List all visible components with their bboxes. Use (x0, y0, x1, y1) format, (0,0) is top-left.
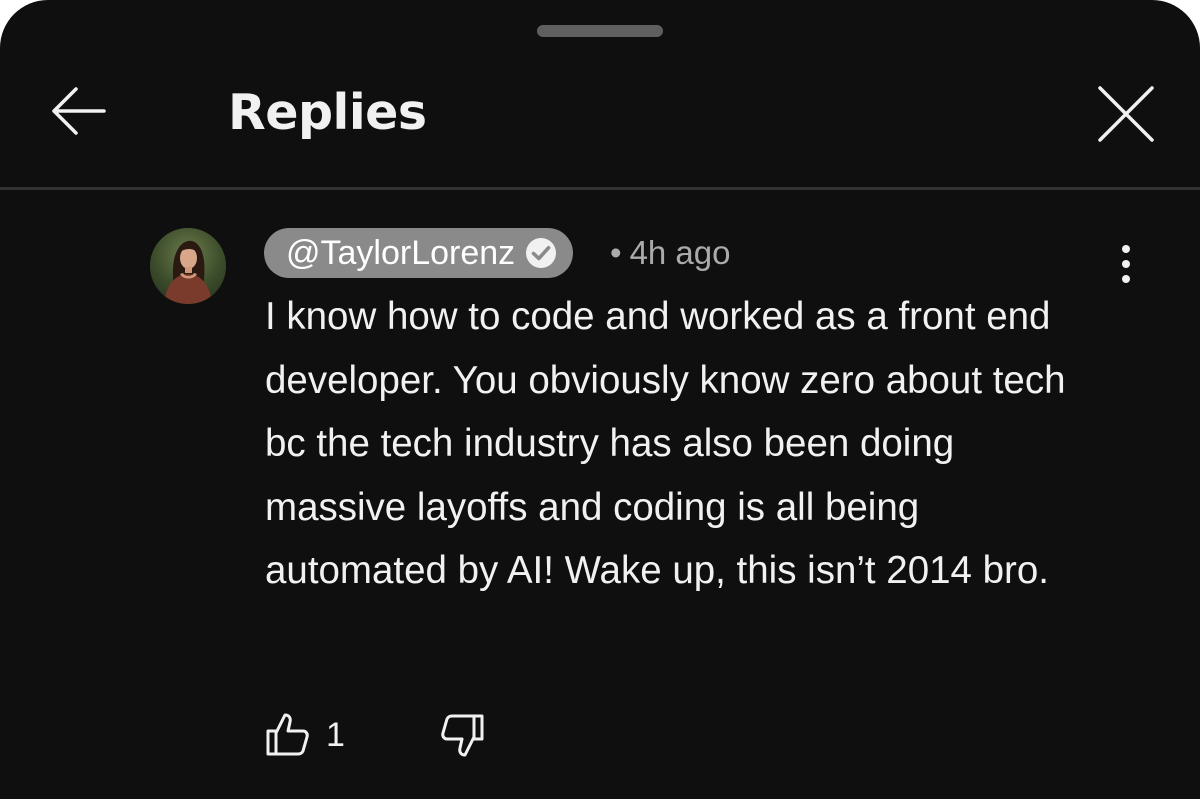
close-icon (1098, 86, 1154, 142)
avatar[interactable] (150, 228, 226, 304)
meta-separator: • (610, 234, 622, 271)
thumbs-down-icon (441, 714, 484, 757)
like-button[interactable] (262, 710, 312, 760)
page-title: Replies (228, 84, 427, 141)
back-button[interactable] (40, 76, 116, 146)
arrow-left-icon (52, 87, 106, 135)
thumbs-up-icon (266, 713, 309, 756)
author-chip[interactable]: @TaylorLorenz (264, 228, 574, 278)
replies-sheet: Replies @TaylorLorenz • 4h ago I know ho… (0, 0, 1200, 799)
dislike-button[interactable] (438, 710, 488, 760)
replies-header: Replies (0, 0, 1200, 188)
like-count: 1 (326, 716, 345, 754)
more-options-button[interactable] (1104, 240, 1148, 288)
comment-timestamp: 4h ago (629, 234, 731, 271)
close-button[interactable] (1088, 76, 1164, 152)
avatar-photo (150, 228, 226, 304)
comment-meta: • 4h ago (610, 228, 731, 278)
header-divider (0, 187, 1200, 190)
comment-text: I know how to code and worked as a front… (265, 295, 1066, 592)
verified-check-icon (523, 235, 559, 271)
author-name: @TaylorLorenz (286, 234, 516, 272)
more-vert-icon (1122, 245, 1130, 283)
